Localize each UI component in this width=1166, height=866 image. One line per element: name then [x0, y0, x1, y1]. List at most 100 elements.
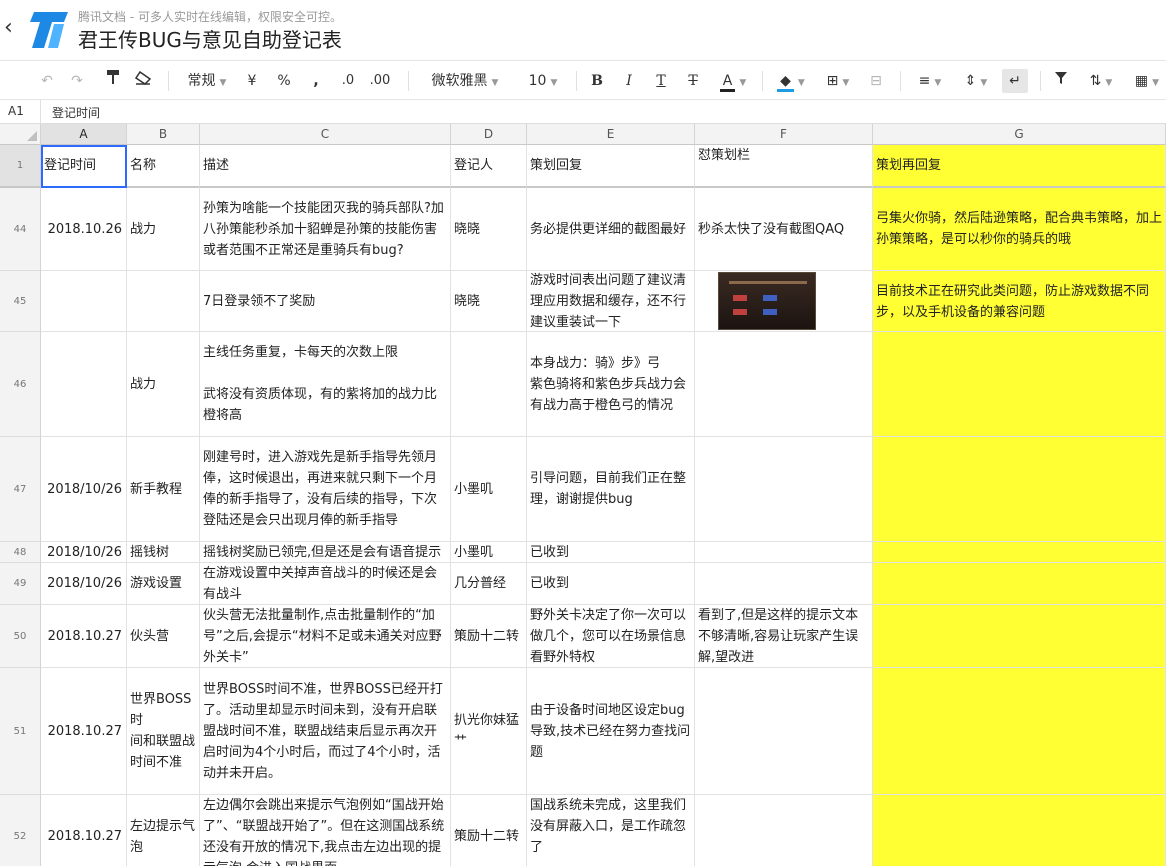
table-cell[interactable]: 摇钱树奖励已领完,但是还是会有语音提示 [200, 542, 451, 563]
table-cell[interactable]: 2018/10/26 [41, 437, 127, 542]
table-cell[interactable]: 描述 [200, 145, 451, 188]
font-family-dropdown[interactable]: 微软雅黑 ▼ [426, 69, 504, 93]
table-button[interactable]: ▦ ▼ [1130, 69, 1164, 93]
table-cell[interactable]: 孙策为啥能一个技能团灭我的骑兵部队?加八孙策能秒杀加十貂蝉是孙策的技能伤害或者范… [200, 188, 451, 271]
row-number[interactable]: 49 [0, 563, 41, 605]
table-cell[interactable]: 小墨叽 [451, 542, 527, 563]
table-cell[interactable]: 晓晓 [451, 271, 527, 332]
table-cell[interactable]: 几分普经 [451, 563, 527, 605]
table-cell[interactable]: 世界BOSS时间不准，世界BOSS已经开打了。活动里却显示时间未到，没有开启联盟… [200, 668, 451, 795]
wrap-icon[interactable]: ↵ [1002, 69, 1028, 93]
merge-icon[interactable]: ⊟ [866, 69, 886, 93]
table-cell[interactable]: 策励十二转 [451, 795, 527, 866]
table-cell[interactable] [695, 332, 873, 437]
row-number[interactable]: 48 [0, 542, 41, 563]
table-cell[interactable]: 2018.10.27 [41, 795, 127, 866]
align-button[interactable]: ≡ ▼ [912, 69, 948, 93]
row-number[interactable]: 51 [0, 668, 41, 795]
undo-icon[interactable]: ↶ [36, 69, 58, 93]
table-cell[interactable]: 名称 [127, 145, 200, 188]
table-cell[interactable]: 新手教程 [127, 437, 200, 542]
number-format-dropdown[interactable]: 常规 ▼ [182, 69, 232, 93]
column-header-c[interactable]: C [200, 124, 451, 145]
table-cell[interactable]: 游戏设置 [127, 563, 200, 605]
table-cell[interactable]: 策励十二转 [451, 605, 527, 668]
table-cell[interactable]: 已收到 [527, 563, 695, 605]
column-header-e[interactable]: E [527, 124, 695, 145]
table-cell[interactable]: 策划回复 [527, 145, 695, 188]
table-cell[interactable] [873, 542, 1166, 563]
table-cell[interactable]: 策划再回复 [873, 145, 1166, 188]
table-cell[interactable] [695, 542, 873, 563]
table-cell[interactable]: 摇钱树 [127, 542, 200, 563]
format-painter-icon[interactable] [102, 69, 124, 93]
table-cell[interactable]: 2018/10/26 [41, 563, 127, 605]
row-number[interactable]: 44 [0, 188, 41, 271]
table-cell[interactable] [127, 271, 200, 332]
table-cell[interactable]: 怼策划栏 [695, 145, 873, 188]
table-cell[interactable]: 刚建号时，进入游戏先是新手指导先领月俸，这时候退出，再进来就只剩下一个月俸的新手… [200, 437, 451, 542]
table-cell[interactable]: 世界BOSS时 间和联盟战时间不准 [127, 668, 200, 795]
column-header-g[interactable]: G [873, 124, 1166, 145]
table-cell[interactable] [873, 668, 1166, 795]
table-cell[interactable]: 登记人 [451, 145, 527, 188]
percent-button[interactable]: % [274, 69, 294, 93]
italic-button[interactable]: I [620, 69, 638, 93]
table-cell[interactable]: 扒光你妹猛艹 [451, 668, 527, 795]
table-cell[interactable]: 野外关卡决定了你一次可以做几个，您可以在场景信息看野外特权 [527, 605, 695, 668]
column-header-a[interactable]: A [41, 124, 127, 145]
table-cell[interactable] [873, 437, 1166, 542]
table-cell[interactable]: 国战系统未完成，这里我们没有屏蔽入口，是工作疏忽了 [527, 795, 695, 866]
table-cell[interactable]: 战力 [127, 332, 200, 437]
table-cell[interactable] [873, 332, 1166, 437]
table-cell[interactable]: 小墨叽 [451, 437, 527, 542]
table-cell[interactable] [41, 332, 127, 437]
table-cell[interactable]: 左边提示气泡 [127, 795, 200, 866]
row-number[interactable]: 45 [0, 271, 41, 332]
table-cell[interactable]: 主线任务重复，卡每天的次数上限 武将没有资质体现，有的紫将加的战力比橙将高 [200, 332, 451, 437]
table-cell[interactable]: 目前技术正在研究此类问题，防止游戏数据不同步，以及手机设备的兼容问题 [873, 271, 1166, 332]
column-header-b[interactable]: B [127, 124, 200, 145]
table-cell[interactable] [695, 563, 873, 605]
table-cell[interactable]: 2018/10/26 [41, 542, 127, 563]
table-cell[interactable]: 由于设备时间地区设定bug导致,技术已经在努力查找问题 [527, 668, 695, 795]
back-icon[interactable]: ‹ [4, 16, 22, 40]
table-cell[interactable]: 战力 [127, 188, 200, 271]
valign-button[interactable]: ⇕ ▼ [958, 69, 994, 93]
currency-button[interactable]: ¥ [242, 69, 262, 93]
table-cell[interactable]: 看到了,但是这样的提示文本不够清晰,容易让玩家产生误解,望改进 [695, 605, 873, 668]
table-cell[interactable]: 务必提供更详细的截图最好 [527, 188, 695, 271]
row-number[interactable]: 52 [0, 795, 41, 866]
table-cell[interactable]: 本身战力：骑》步》弓 紫色骑将和紫色步兵战力会有战力高于橙色弓的情况 [527, 332, 695, 437]
increase-decimal-button[interactable]: .00 [366, 69, 394, 93]
strikethrough-button[interactable]: T [684, 69, 702, 93]
table-cell[interactable]: 弓集火你骑，然后陆逊策略，配合典韦策略，加上孙策策略，是可以秒你的骑兵的哦 [873, 188, 1166, 271]
row-number[interactable]: 46 [0, 332, 41, 437]
table-cell[interactable] [695, 271, 873, 332]
select-all-corner[interactable] [0, 124, 41, 145]
row-number[interactable]: 50 [0, 605, 41, 668]
table-cell[interactable]: 秒杀太快了没有截图QAQ [695, 188, 873, 271]
table-cell[interactable]: 已收到 [527, 542, 695, 563]
table-cell[interactable]: 左边偶尔会跳出来提示气泡例如“国战开始了”、“联盟战开始了”。但在这测国战系统还… [200, 795, 451, 866]
table-cell[interactable] [873, 605, 1166, 668]
table-cell[interactable]: 7日登录领不了奖励 [200, 271, 451, 332]
column-header-f[interactable]: F [695, 124, 873, 145]
row-number[interactable]: 1 [0, 145, 41, 188]
table-cell[interactable] [873, 795, 1166, 866]
bold-button[interactable]: B [588, 69, 606, 93]
table-cell[interactable]: 伙头营无法批量制作,点击批量制作的“加号”之后,会提示“材料不足或未通关对应野外… [200, 605, 451, 668]
row-number[interactable]: 47 [0, 437, 41, 542]
formula-input[interactable]: 登记时间 [52, 104, 100, 121]
cell-reference[interactable]: A1 [8, 104, 24, 118]
fill-color-button[interactable]: ◆ ▼ [772, 69, 810, 93]
table-cell[interactable] [695, 437, 873, 542]
screenshot-thumbnail[interactable] [718, 272, 816, 330]
column-header-d[interactable]: D [451, 124, 527, 145]
table-cell[interactable]: 引导问题，目前我们正在整理，谢谢提供bug [527, 437, 695, 542]
table-cell[interactable] [695, 668, 873, 795]
table-cell[interactable] [41, 271, 127, 332]
document-title[interactable]: 君王传BUG与意见自助登记表 [78, 24, 342, 53]
font-color-button[interactable]: A ▼ [714, 69, 752, 93]
sort-button[interactable]: ⇅ ▼ [1084, 69, 1118, 93]
